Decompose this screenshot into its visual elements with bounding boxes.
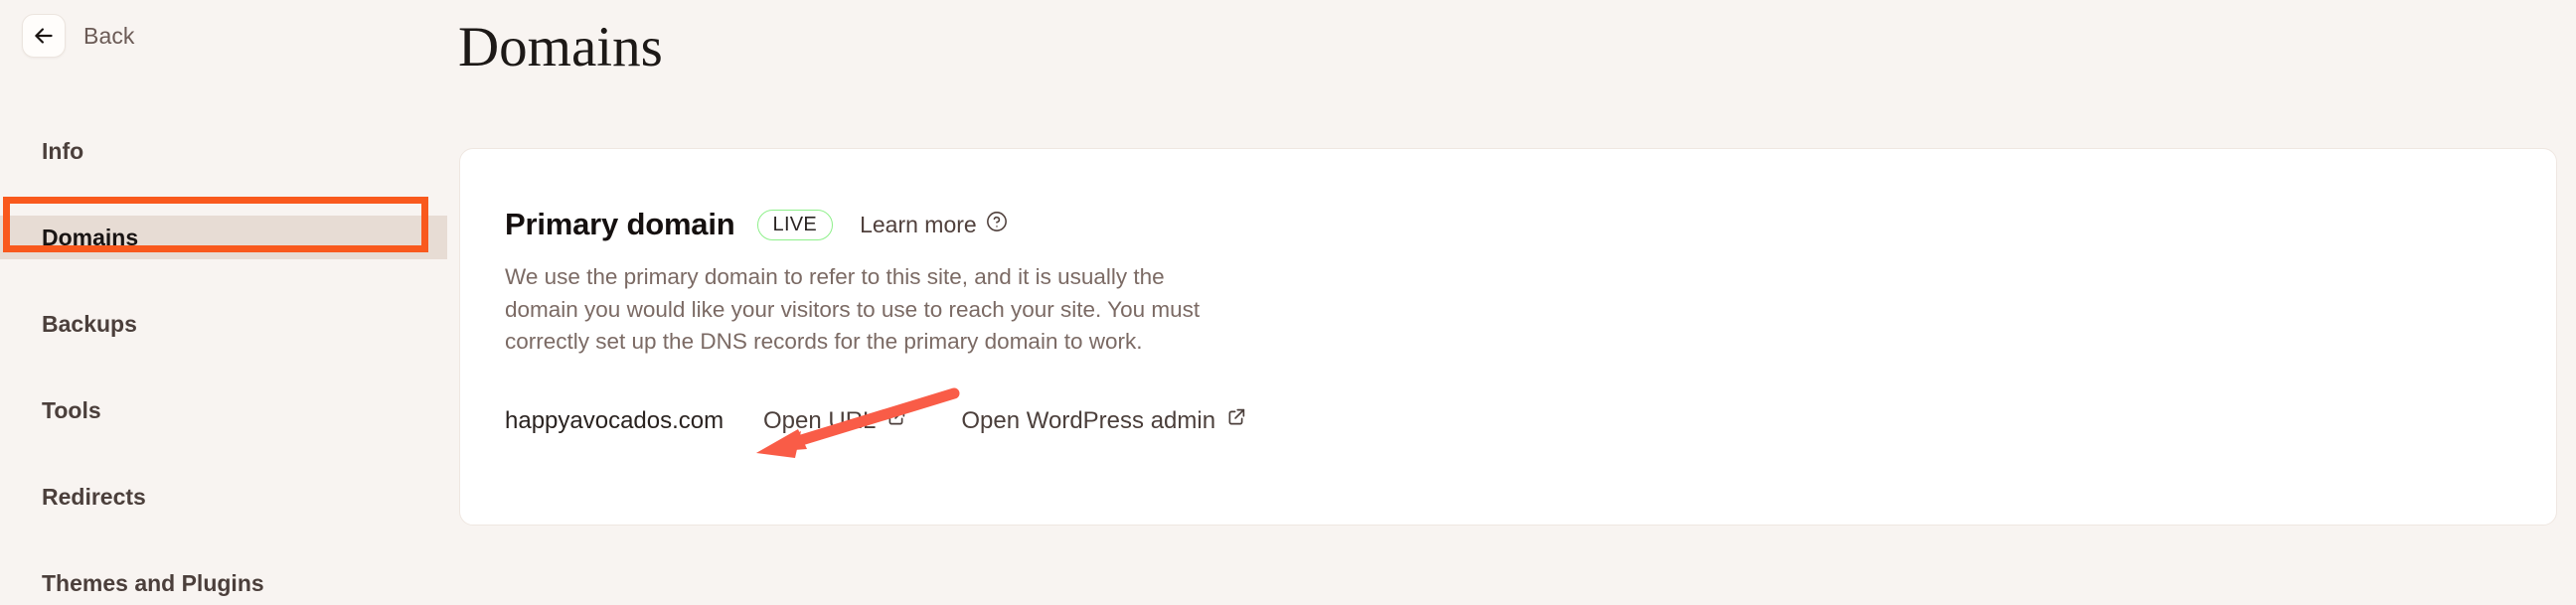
open-url-label: Open URL (763, 407, 877, 434)
back-button[interactable] (22, 14, 66, 58)
description-line-2: domain you would like your visitors to u… (505, 296, 1201, 322)
learn-more-link[interactable]: Learn more (860, 211, 1008, 238)
sidebar-item-domains[interactable]: Domains (0, 216, 447, 259)
sidebar-item-themes-and-plugins[interactable]: Themes and Plugins (0, 561, 447, 605)
back-label[interactable]: Back (83, 23, 135, 50)
open-wordpress-admin-link[interactable]: Open WordPress admin (961, 407, 1246, 435)
sidebar-item-info[interactable]: Info (0, 129, 447, 173)
question-circle-icon (986, 211, 1008, 238)
status-badge: LIVE (756, 209, 834, 240)
external-link-icon (1225, 407, 1246, 435)
sidebar-item-tools[interactable]: Tools (0, 388, 447, 432)
card-header: Primary domain LIVE Learn more (505, 207, 1008, 242)
sidebar-item-redirects[interactable]: Redirects (0, 475, 447, 519)
back-navigation[interactable]: Back (22, 14, 135, 58)
card-footer: happyavocados.com Open URL Open WordPres… (505, 407, 1301, 435)
external-link-icon (886, 407, 906, 435)
main-content: Domains Primary domain LIVE Learn more W… (447, 0, 2576, 542)
arrow-left-icon (31, 23, 57, 49)
description-line-3: correctly set up the DNS records for the… (505, 329, 1143, 354)
sidebar-item-backups[interactable]: Backups (0, 302, 447, 346)
learn-more-label: Learn more (860, 211, 977, 237)
sidebar: Back Info Domains Backups Tools Redirect… (0, 0, 447, 596)
primary-domain-value: happyavocados.com (505, 407, 724, 434)
domains-settings-page: Back Info Domains Backups Tools Redirect… (0, 0, 2576, 596)
open-url-link[interactable]: Open URL (763, 407, 906, 435)
open-wordpress-admin-label: Open WordPress admin (961, 407, 1216, 434)
sidebar-nav: Info Domains Backups Tools Redirects The… (0, 129, 447, 605)
primary-domain-card: Primary domain LIVE Learn more We use th… (459, 148, 2557, 526)
card-title: Primary domain (505, 207, 735, 241)
card-description: We use the primary domain to refer to th… (505, 261, 1300, 359)
page-title: Domains (458, 16, 663, 78)
description-line-1: We use the primary domain to refer to th… (505, 264, 1165, 289)
